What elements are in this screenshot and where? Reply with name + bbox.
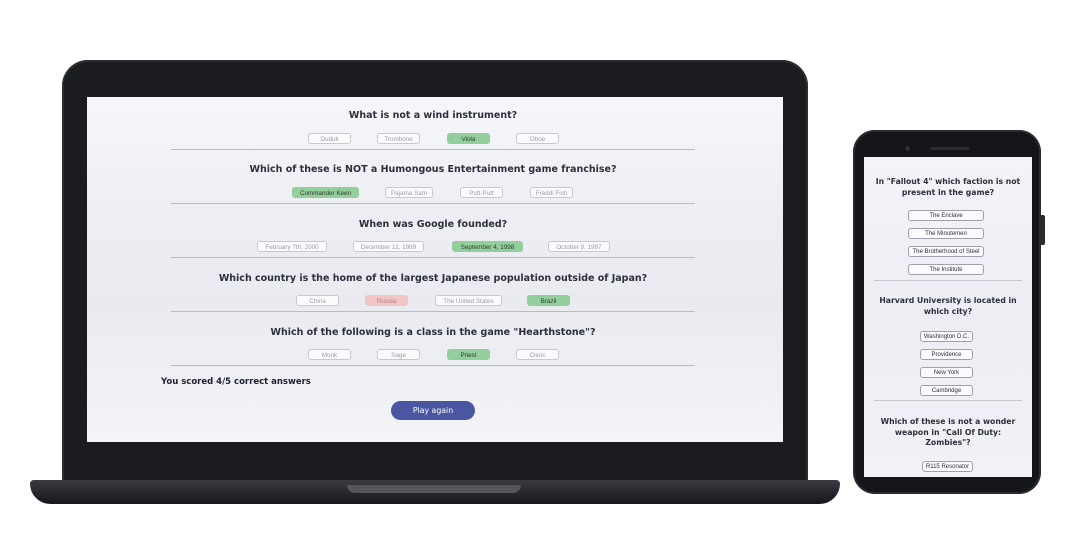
divider xyxy=(874,400,1022,401)
question-title: Which of these is not a wonder weapon in… xyxy=(864,417,1032,449)
question-title-line: which city? xyxy=(923,306,973,316)
answer-option[interactable]: Monk xyxy=(308,349,351,360)
question-title: Which of these is NOT a Humongous Entert… xyxy=(249,164,617,175)
question-title-line: Which of these is not a wonder xyxy=(880,417,1016,426)
answer-option[interactable]: Cambridge xyxy=(920,385,973,396)
answer-option[interactable]: Pajama Sam xyxy=(385,187,433,198)
question-block: Which country is the home of the largest… xyxy=(171,257,695,312)
speaker-grille xyxy=(930,147,970,150)
question-title-line: Harvard University is located in xyxy=(879,296,1017,305)
question-block: Which of the following is a class in the… xyxy=(171,311,695,366)
answer-option[interactable]: The Institute xyxy=(908,264,984,275)
answer-option[interactable]: February 7th, 2000 xyxy=(257,241,327,252)
play-again-button[interactable]: Play again xyxy=(391,401,475,420)
answer-option[interactable]: The Minutemen xyxy=(908,228,984,239)
question-title-line: Zombies"? xyxy=(925,438,971,447)
question-title-line: In "Fallout 4" which faction is not xyxy=(875,177,1021,186)
side-button xyxy=(1041,215,1045,245)
answer-option[interactable]: Priest xyxy=(447,349,490,360)
question-title-line: present in the game? xyxy=(901,187,995,197)
answer-option[interactable]: The Enclave xyxy=(908,210,984,221)
answer-option[interactable]: China xyxy=(296,295,339,306)
answer-option[interactable]: New York xyxy=(920,367,973,378)
answer-option[interactable]: Sage xyxy=(377,349,420,360)
answer-option[interactable]: Oboe xyxy=(516,133,559,144)
score-text: You scored 4/5 correct answers xyxy=(161,377,311,387)
answer-option[interactable]: Putt-Putt xyxy=(460,187,503,198)
phone-screen: In "Fallout 4" which faction is not pres… xyxy=(864,157,1032,477)
question-block: What is not a wind instrument? Duduk Tro… xyxy=(171,97,695,150)
answer-option[interactable]: Duduk xyxy=(308,133,351,144)
answer-option[interactable]: The United States xyxy=(435,295,502,306)
answer-option[interactable]: Trombone xyxy=(377,133,420,144)
answer-option[interactable]: Russia xyxy=(365,295,408,306)
question-title: In "Fallout 4" which faction is not pres… xyxy=(864,177,1032,198)
answer-option[interactable]: Brazil xyxy=(527,295,570,306)
answer-option[interactable]: Viola xyxy=(447,133,490,144)
question-title: When was Google founded? xyxy=(358,219,508,230)
laptop-hinge xyxy=(347,485,521,493)
question-title: Which of the following is a class in the… xyxy=(270,327,596,338)
answer-options: Duduk Trombone Viola Oboe xyxy=(171,133,695,145)
divider xyxy=(874,280,1022,281)
answer-option[interactable]: The Brotherhood of Steel xyxy=(908,246,984,257)
answer-option[interactable]: December 12, 1989 xyxy=(353,241,424,252)
answer-option[interactable]: October 9, 1997 xyxy=(548,241,610,252)
question-title: Which country is the home of the largest… xyxy=(218,273,648,284)
answer-options: Commander Keen Pajama Sam Putt-Putt Fred… xyxy=(171,187,695,199)
answer-option[interactable]: R115 Resonator xyxy=(922,461,973,472)
answer-options: February 7th, 2000 December 12, 1989 Sep… xyxy=(171,241,695,253)
answer-option[interactable]: Commander Keen xyxy=(292,187,359,198)
laptop-screen: What is not a wind instrument? Duduk Tro… xyxy=(87,97,783,442)
answer-option[interactable]: Cleric xyxy=(516,349,559,360)
answer-option[interactable]: Washington D.C. xyxy=(920,331,973,342)
camera-icon xyxy=(905,146,910,151)
question-block: Which of these is NOT a Humongous Entert… xyxy=(171,149,695,204)
answer-options: Monk Sage Priest Cleric xyxy=(171,349,695,361)
question-title-line: weapon in "Call Of Duty: xyxy=(894,427,1002,437)
question-title: Harvard University is located in which c… xyxy=(864,296,1032,317)
answer-option[interactable]: Providence xyxy=(920,349,973,360)
answer-option[interactable]: Freddi Fish xyxy=(530,187,573,198)
question-title: What is not a wind instrument? xyxy=(348,110,518,121)
answer-options: China Russia The United States Brazil xyxy=(171,295,695,307)
answer-option[interactable]: September 4, 1998 xyxy=(452,241,523,252)
question-block: When was Google founded? February 7th, 2… xyxy=(171,203,695,258)
